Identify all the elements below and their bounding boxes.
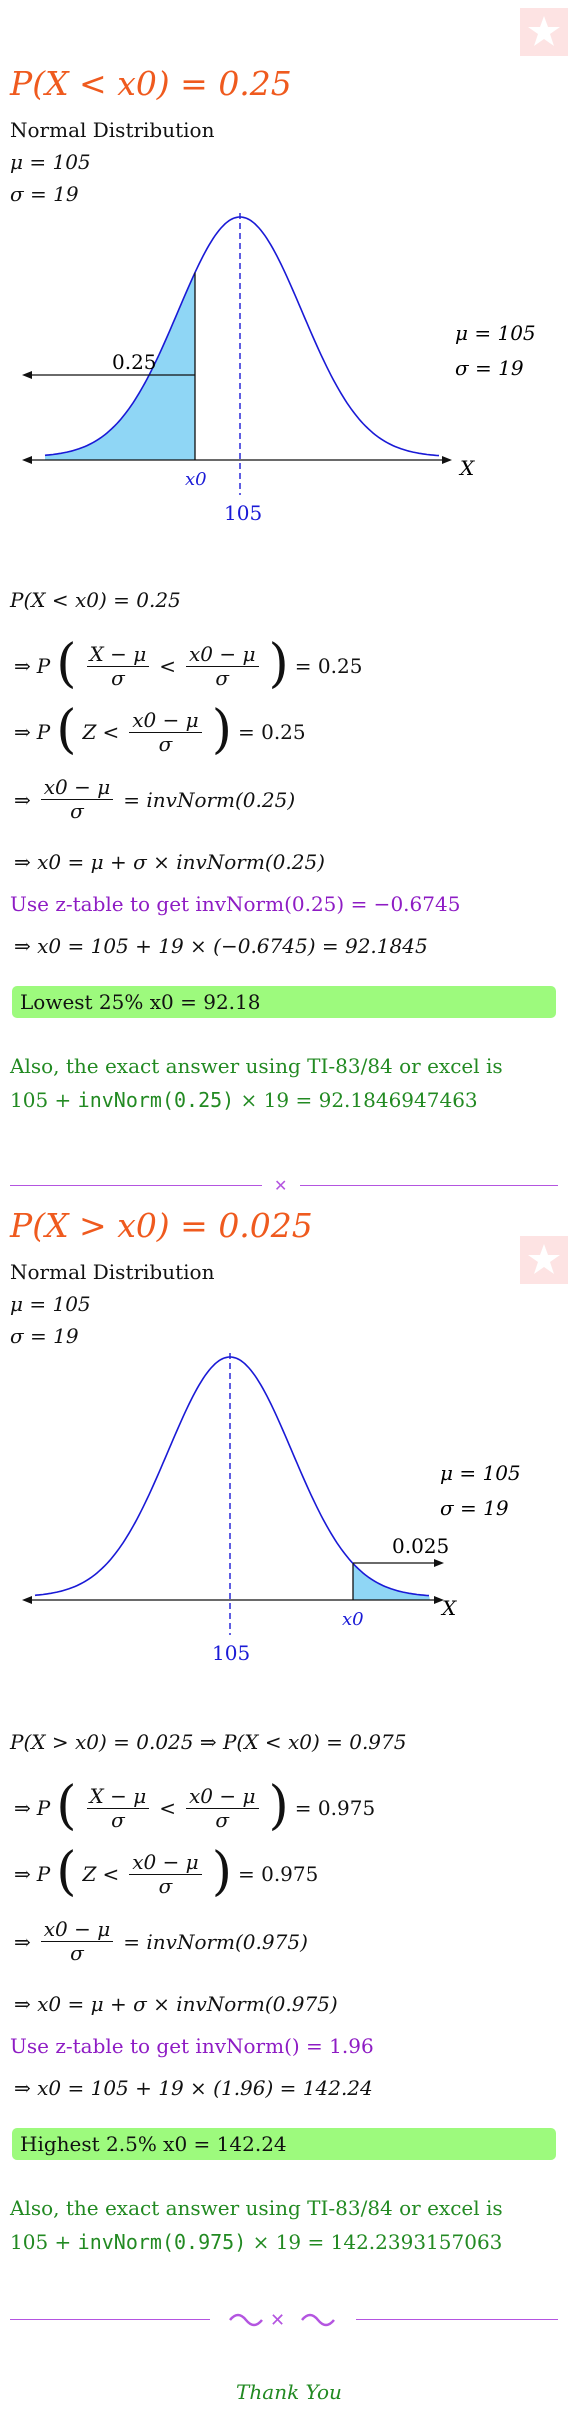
legend-mu: μ = 105 — [440, 1461, 521, 1485]
thank-you-text: Thank You — [236, 2380, 342, 2404]
section1-title: P(X < x0) = 0.25 — [10, 64, 292, 103]
axis-right-arrow — [442, 456, 452, 464]
section2-dist-label: Normal Distribution — [10, 1260, 215, 1284]
s2-step5: ⇒ x0 = 105 + 19 × (1.96) = 142.24 — [14, 2076, 373, 2100]
section1-normal-graph: 0.25 x0 105 X μ = 105 σ = 19 — [22, 213, 536, 525]
s2-ztable-note: Use z-table to get invNorm() = 1.96 — [10, 2034, 374, 2058]
legend-sigma: σ = 19 — [455, 356, 524, 380]
axis-label: X — [458, 456, 475, 480]
s1-step1: ⇒ P ( X − μσ < x0 − μσ ) = 0.25 — [14, 634, 363, 694]
section2-title: P(X > x0) = 0.025 — [10, 1206, 313, 1245]
section2-normal-graph: 0.025 x0 105 X μ = 105 σ = 19 — [22, 1353, 521, 1665]
divider-ornament-icon: ✕ — [274, 1176, 288, 1195]
legend-sigma: σ = 19 — [440, 1496, 509, 1520]
s2-step3: ⇒ x0 − μσ = invNorm(0.975) — [14, 1917, 308, 1965]
s1-step2: ⇒ P (Z < x0 − μσ ) = 0.25 — [14, 700, 306, 760]
mean-label: 105 — [212, 1641, 250, 1665]
s1-step4: ⇒ x0 = μ + σ × invNorm(0.25) — [14, 850, 325, 874]
x0-label: x0 — [342, 1609, 364, 1630]
normal-curve — [44, 216, 440, 457]
x0-label: x0 — [185, 469, 207, 490]
s1-answer-box: Lowest 25% x0 = 92.18 — [12, 986, 556, 1018]
section2-mu: μ = 105 — [10, 1292, 91, 1316]
s1-exact-intro: Also, the exact answer using TI-83/84 or… — [10, 1054, 503, 1078]
s1-step5: ⇒ x0 = 105 + 19 × (−0.6745) = 92.1845 — [14, 934, 428, 958]
s2-step4: ⇒ x0 = μ + σ × invNorm(0.975) — [14, 1992, 338, 2016]
section1-dist-label: Normal Distribution — [10, 118, 215, 142]
axis-left-arrow — [22, 456, 32, 464]
area-arrow-head — [434, 1559, 444, 1567]
s1-exact-formula: 105 + invNorm(0.25) × 19 = 92.1846947463 — [10, 1088, 478, 1112]
normal-curve — [34, 1356, 430, 1597]
s2-answer-box: Highest 2.5% x0 = 142.24 — [12, 2128, 556, 2160]
svg-text:✕: ✕ — [270, 2310, 285, 2331]
s1-ztable-note: Use z-table to get invNorm(0.25) = −0.67… — [10, 892, 461, 916]
flourish-ornament-icon: ✕ — [229, 2310, 335, 2331]
footer-divider-left — [10, 2319, 210, 2320]
logo-badge-1 — [520, 8, 568, 56]
logo-badge-2 — [520, 1236, 568, 1284]
s1-step3: ⇒ x0 − μσ = invNorm(0.25) — [14, 775, 296, 823]
star-logo-icon — [528, 16, 560, 46]
section1-mu: μ = 105 — [10, 150, 91, 174]
s1-step0: P(X < x0) = 0.25 — [10, 588, 181, 612]
s2-step0: P(X > x0) = 0.025 ⇒ P(X < x0) = 0.975 — [10, 1730, 407, 1754]
area-arrow-head — [22, 371, 32, 379]
s2-exact-formula: 105 + invNorm(0.975) × 19 = 142.23931570… — [10, 2230, 503, 2254]
footer-divider-right — [356, 2319, 558, 2320]
area-label: 0.025 — [392, 1534, 449, 1558]
axis-left-arrow — [22, 1596, 32, 1604]
axis-label: X — [440, 1596, 457, 1620]
divider-right — [300, 1185, 558, 1186]
mean-label: 105 — [224, 501, 262, 525]
divider-left — [10, 1185, 262, 1186]
star-logo-icon — [528, 1244, 560, 1274]
s2-exact-intro: Also, the exact answer using TI-83/84 or… — [10, 2196, 503, 2220]
area-label: 0.25 — [112, 350, 157, 374]
s2-step1: ⇒ P ( X − μσ < x0 − μσ ) = 0.975 — [14, 1776, 376, 1836]
legend-mu: μ = 105 — [455, 321, 536, 345]
s2-step2: ⇒ P (Z < x0 − μσ ) = 0.975 — [14, 1842, 319, 1902]
